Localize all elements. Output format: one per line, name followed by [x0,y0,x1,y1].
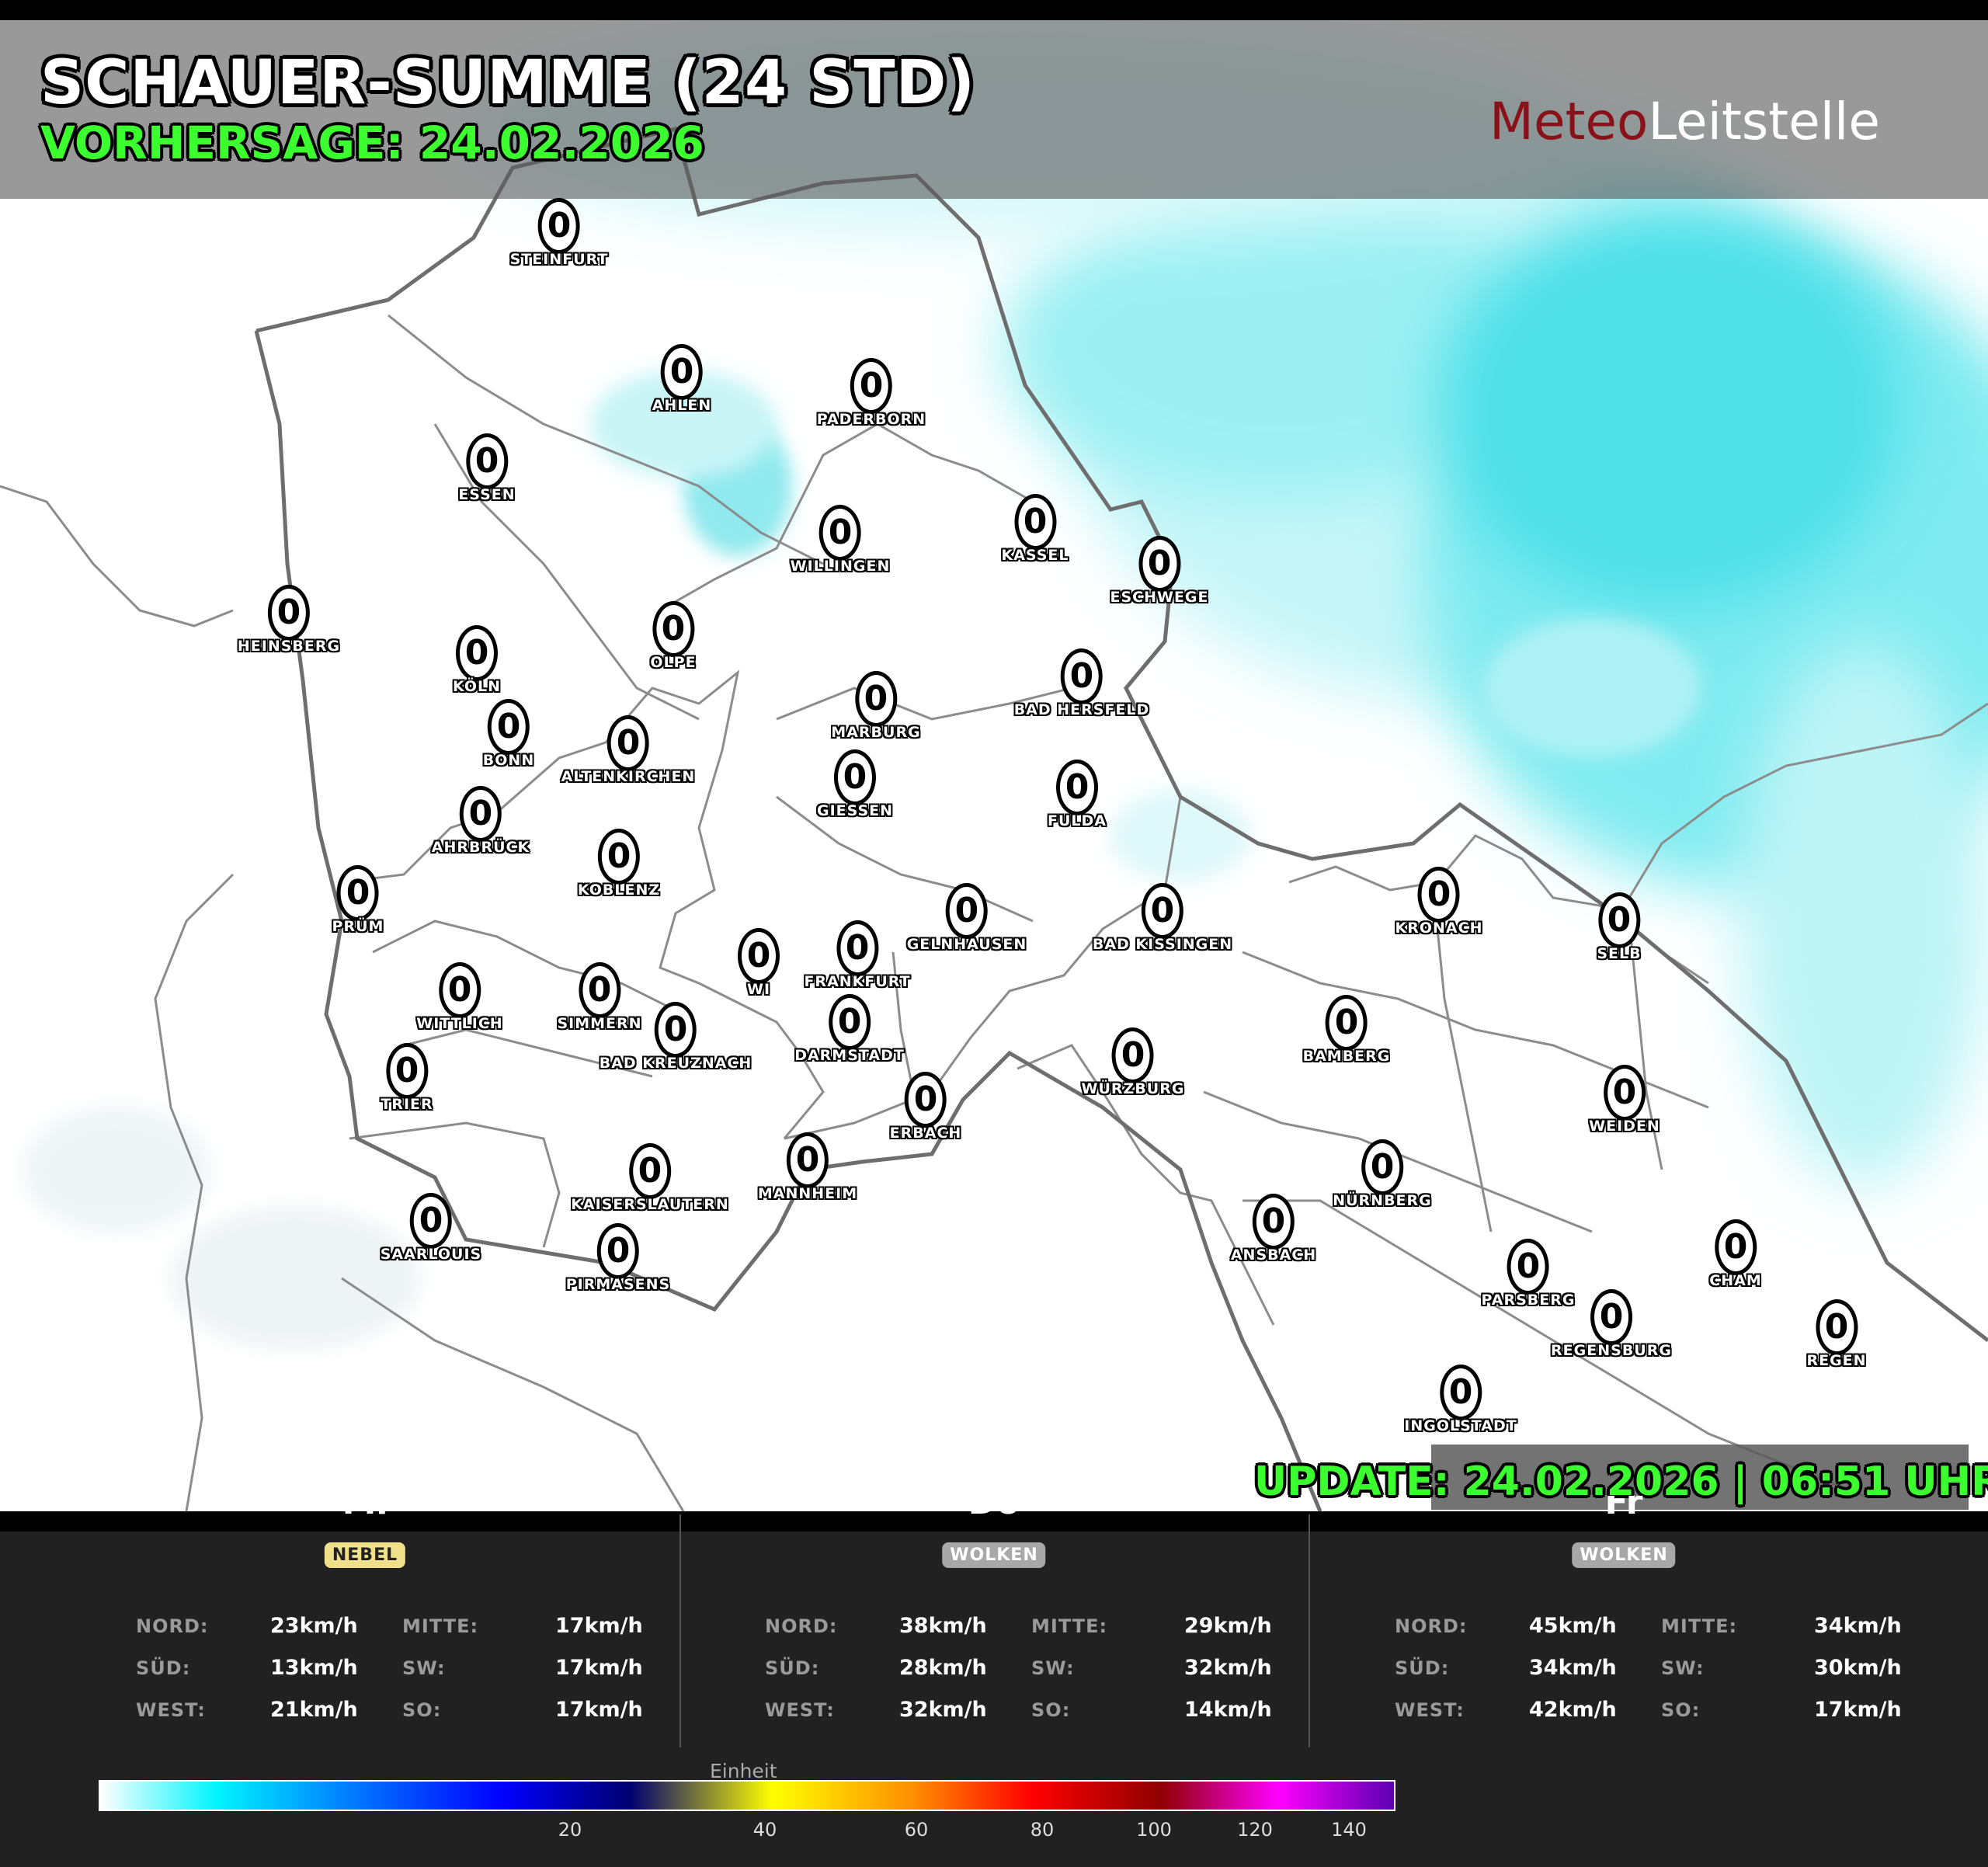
region-label: WEST: [1395,1699,1465,1721]
colorbar-tick: 40 [752,1819,777,1841]
colorbar-tick: 140 [1331,1819,1367,1841]
region-label: NORD: [765,1615,838,1637]
colorbar-tick: 80 [1030,1819,1055,1841]
wind-value: 34km/h [1529,1656,1617,1680]
wind-value: 30km/h [1814,1656,1902,1680]
day-name: Do [968,1496,1020,1519]
wind-value: 45km/h [1529,1614,1617,1638]
wind-value: 14km/h [1184,1698,1272,1722]
wind-value: 29km/h [1184,1614,1272,1638]
region-label: NORD: [136,1615,209,1637]
colorbar-tick: 60 [904,1819,929,1841]
condition-badge: WOLKEN [942,1542,1046,1568]
region-label: SÜD: [765,1657,820,1679]
day-name: Mi [342,1496,388,1519]
colorbar-tick: 120 [1237,1819,1273,1841]
region-label: SÜD: [136,1657,191,1679]
region-label: SO: [1661,1699,1701,1721]
shower-map [0,20,1988,1511]
map-layer [0,20,1988,1511]
wind-value: 38km/h [899,1614,987,1638]
wind-value: 32km/h [899,1698,987,1722]
wind-value: 34km/h [1814,1614,1902,1638]
region-label: NORD: [1395,1615,1468,1637]
region-label: SO: [1031,1699,1071,1721]
day-name: Fr [1604,1496,1643,1519]
region-label: SÜD: [1395,1657,1450,1679]
map-title: SCHAUER-SUMME (24 STD) [40,48,976,118]
region-label: MITTE: [1031,1615,1108,1637]
colorbar [99,1780,1395,1811]
region-label: MITTE: [1661,1615,1738,1637]
wind-value: 21km/h [270,1698,358,1722]
condition-badge: NEBEL [324,1542,406,1568]
wind-value: 23km/h [270,1614,358,1638]
wind-value: 42km/h [1529,1698,1617,1722]
precipitation-field [23,20,1988,1348]
region-label: SO: [402,1699,442,1721]
region-label: SW: [1031,1657,1075,1679]
panel-divider [1309,1514,1310,1747]
region-label: SW: [402,1657,446,1679]
panel-divider [679,1514,681,1747]
condition-badge: WOLKEN [1572,1542,1676,1568]
region-label: WEST: [136,1699,206,1721]
wind-value: 28km/h [899,1656,987,1680]
wind-value: 17km/h [555,1656,643,1680]
region-label: WEST: [765,1699,835,1721]
wind-value: 17km/h [555,1698,643,1722]
wind-value: 17km/h [555,1614,643,1638]
colorbar-tick: 100 [1136,1819,1172,1841]
brand-logo: MeteoLeitstelle [1489,92,1881,151]
colorbar-tick: 20 [558,1819,582,1841]
region-label: SW: [1661,1657,1705,1679]
forecast-date: VORHERSAGE: 24.02.2026 [40,116,704,169]
legend-label: Einheit [710,1760,777,1782]
wind-value: 17km/h [1814,1698,1902,1722]
region-label: MITTE: [402,1615,479,1637]
wind-value: 32km/h [1184,1656,1272,1680]
wind-value: 13km/h [270,1656,358,1680]
